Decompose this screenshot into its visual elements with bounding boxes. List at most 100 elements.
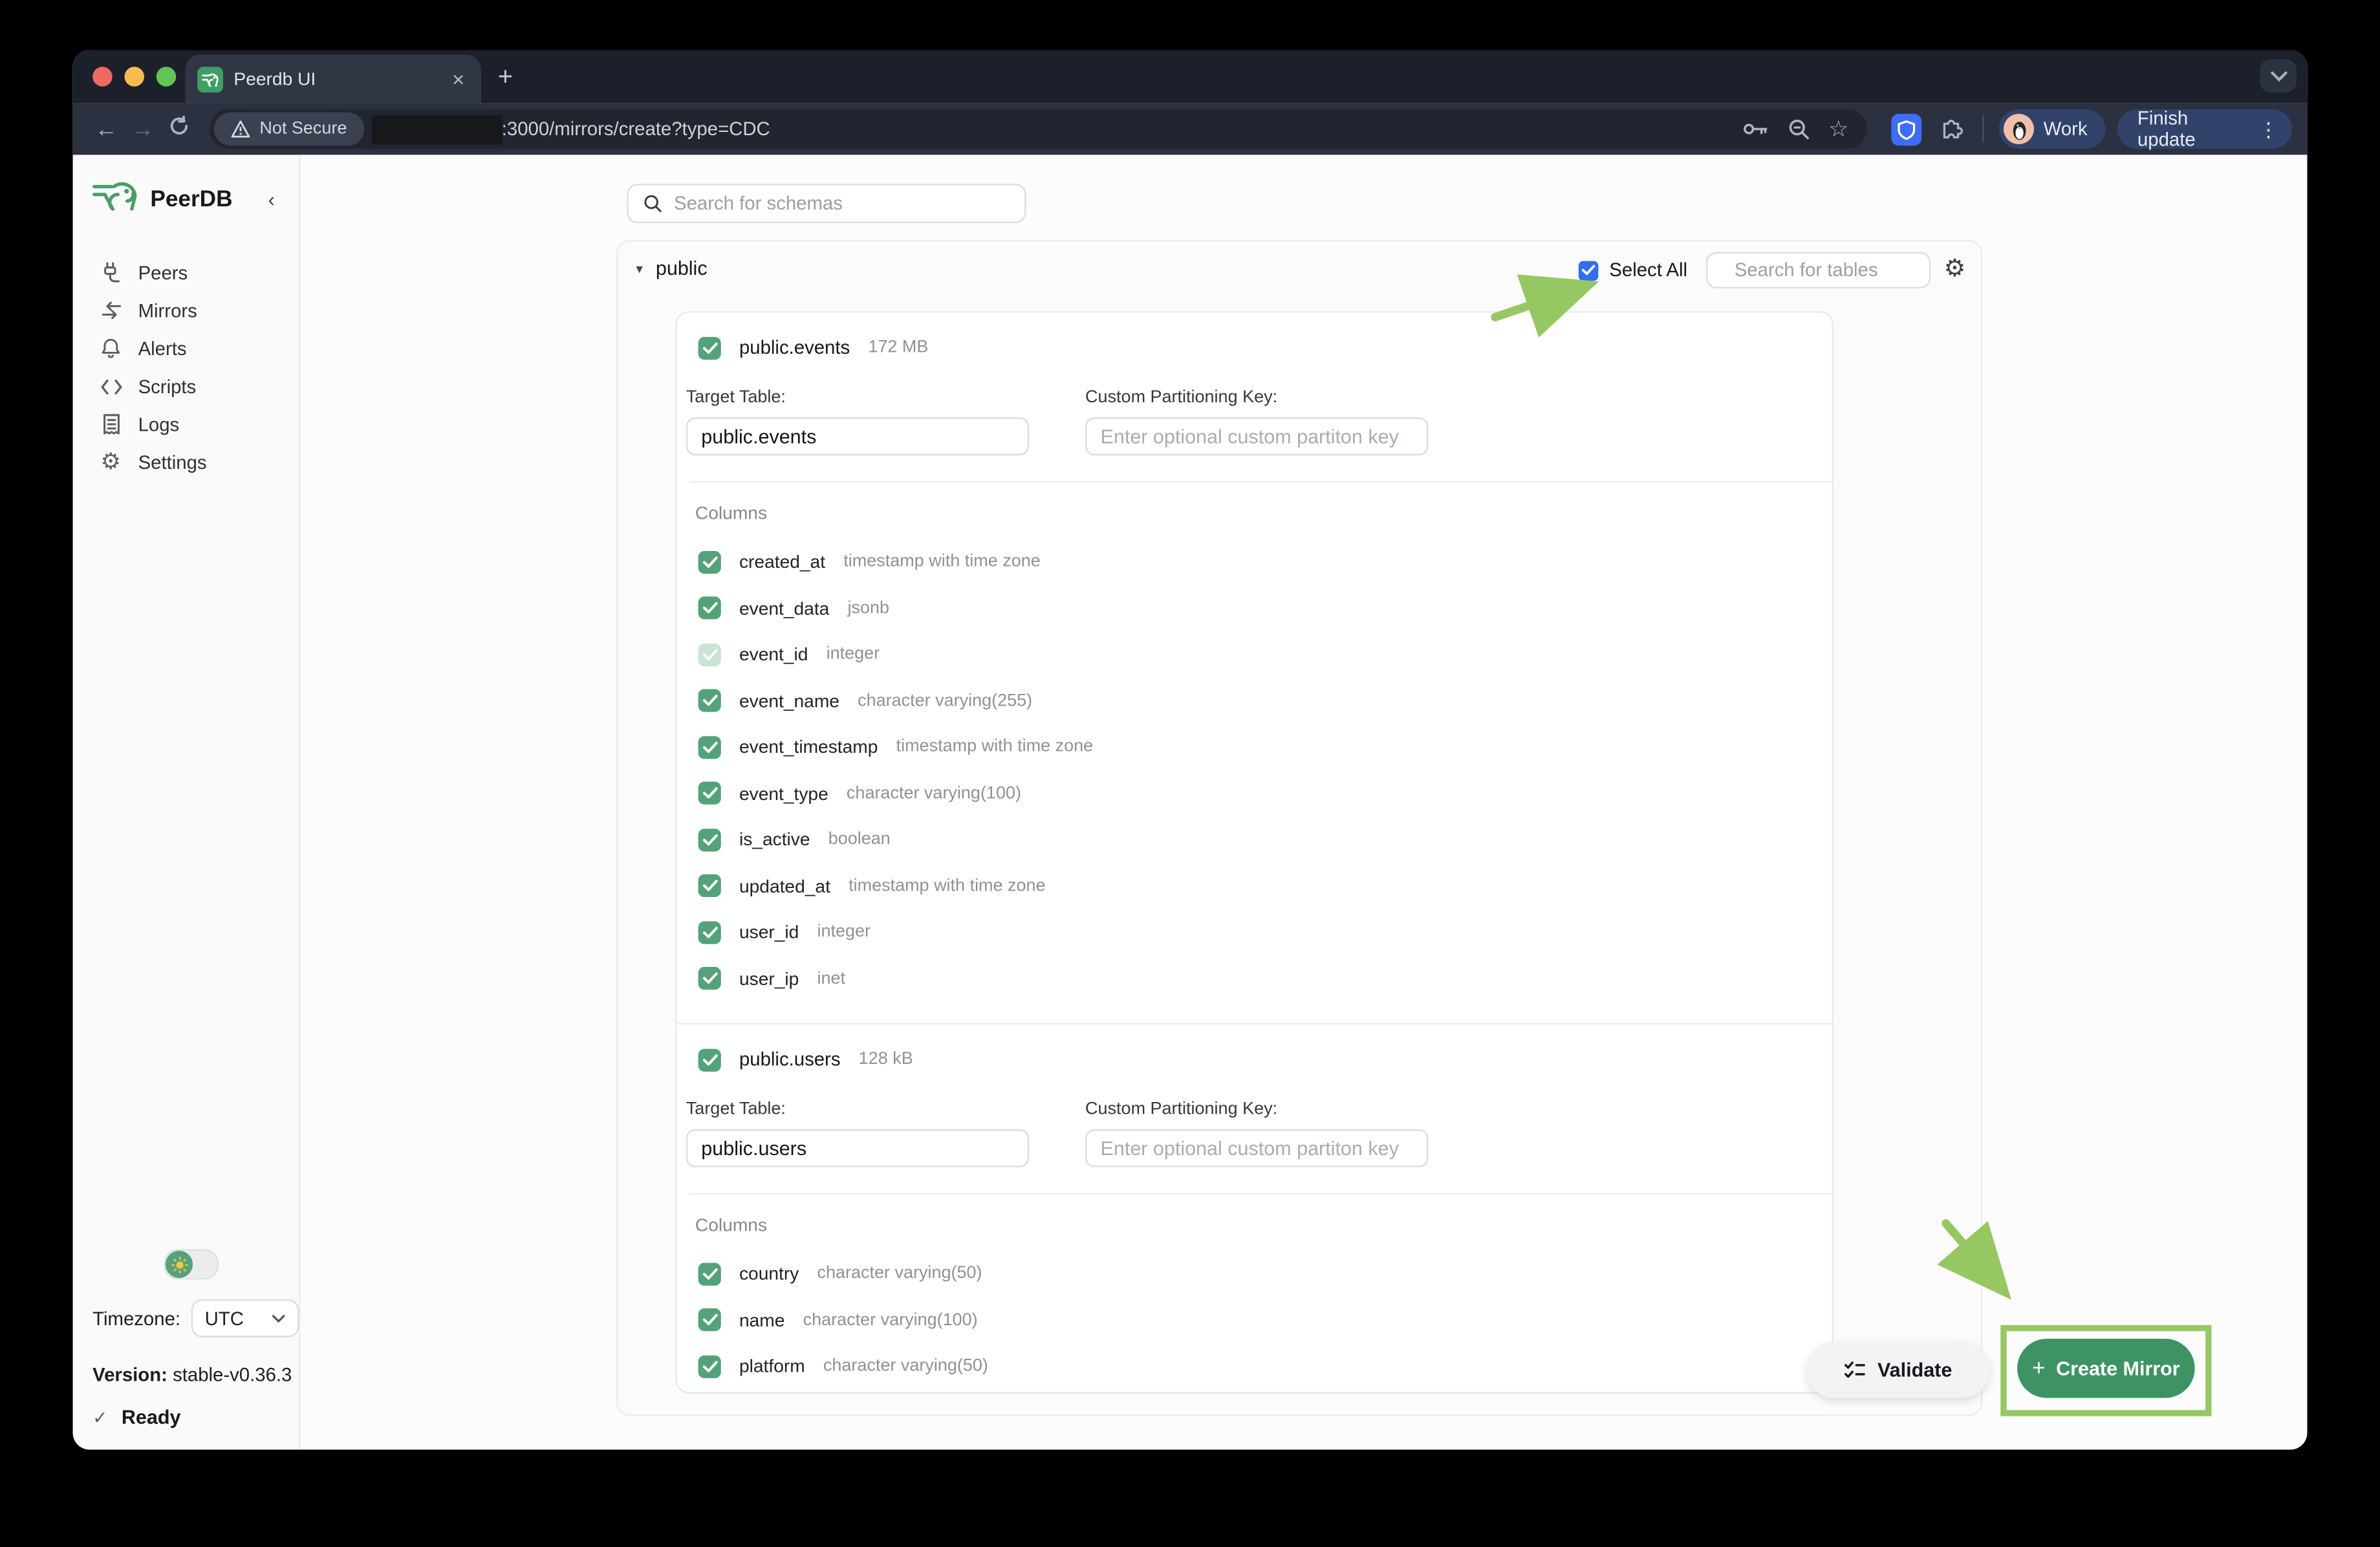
column-checkbox[interactable] <box>698 782 721 805</box>
column-name: country <box>739 1263 799 1284</box>
column-checkbox[interactable] <box>698 968 721 990</box>
table-name: public.users <box>739 1049 841 1070</box>
column-checkbox[interactable] <box>698 550 721 573</box>
create-mirror-button[interactable]: + Create Mirror <box>2017 1339 2195 1398</box>
column-checkbox[interactable] <box>698 736 721 759</box>
sidebar-item-peers[interactable]: Peers <box>73 254 299 292</box>
partition-key-input[interactable] <box>1085 417 1428 455</box>
plug-icon <box>99 261 124 284</box>
new-tab-button[interactable]: + <box>498 64 513 90</box>
validate-button[interactable]: Validate <box>1806 1342 1990 1398</box>
sidebar-item-label: Settings <box>138 451 207 473</box>
column-checkbox[interactable] <box>698 828 721 851</box>
target-table-label: Target Table: <box>686 389 1029 407</box>
bookmark-star-icon[interactable]: ☆ <box>1828 115 1849 142</box>
sidebar-item-scripts[interactable]: Scripts <box>73 367 299 406</box>
forward-button[interactable]: → <box>124 116 160 142</box>
timezone-select[interactable]: UTC <box>191 1299 299 1337</box>
sidebar-item-label: Mirrors <box>138 300 197 321</box>
sidebar-item-alerts[interactable]: Alerts <box>73 329 299 367</box>
extensions-puzzle-icon[interactable] <box>1940 117 1965 142</box>
column-row: platform character varying(50) <box>698 1343 1811 1390</box>
url-text: :3000/mirrors/create?type=CDC <box>502 118 1742 140</box>
zoom-out-icon[interactable] <box>1788 118 1809 140</box>
divider <box>689 1193 1832 1195</box>
sidebar-item-settings[interactable]: ⚙Settings <box>73 443 299 481</box>
window-close-button[interactable] <box>92 67 113 87</box>
sidebar-nav: Peers Mirrors AlertsScriptsLogs⚙Settings <box>73 254 299 481</box>
table-checkbox[interactable] <box>698 1048 721 1071</box>
address-bar[interactable]: Not Secure :3000/mirrors/create?type=CDC… <box>210 109 1867 149</box>
macos-traffic-lights <box>92 67 176 87</box>
partition-key-input[interactable] <box>1085 1129 1428 1167</box>
target-table-input[interactable] <box>686 417 1029 455</box>
browser-menu-kebab-icon[interactable]: ⋮ <box>2258 119 2278 139</box>
profile-button[interactable]: Work <box>2000 109 2106 149</box>
table-search-input[interactable] <box>1735 259 1979 281</box>
column-checkbox[interactable] <box>698 1355 721 1378</box>
status-ready: ✓ Ready <box>92 1405 299 1428</box>
column-row: event_type character varying(100) <box>698 770 1811 817</box>
sidebar-item-mirrors[interactable]: Mirrors <box>73 292 299 330</box>
table-header-row: public.events 172 MB <box>698 325 1811 370</box>
browser-tab-bar: Peerdb UI × + <box>73 50 2308 103</box>
column-name: user_id <box>739 922 799 943</box>
column-row: event_timestamp timestamp with time zone <box>698 724 1811 770</box>
profile-avatar <box>2004 114 2035 144</box>
tab-close-icon[interactable]: × <box>448 69 469 90</box>
column-type: timestamp with time zone <box>896 738 1094 756</box>
checklist-icon <box>1844 1360 1865 1380</box>
column-type: character varying(100) <box>847 784 1021 803</box>
sidebar-item-logs[interactable]: Logs <box>73 406 299 444</box>
theme-toggle[interactable] <box>164 1250 218 1280</box>
table-name: public.events <box>739 337 850 358</box>
peerdb-app: PeerDB ‹ Peers Mirrors AlertsScriptsLogs⚙S… <box>73 155 2308 1449</box>
browser-tab[interactable]: Peerdb UI × <box>185 54 481 103</box>
column-name: updated_at <box>739 876 830 897</box>
schema-search-input[interactable] <box>674 193 1010 214</box>
column-type: boolean <box>828 830 891 849</box>
column-checkbox[interactable] <box>698 874 721 897</box>
reload-button[interactable] <box>161 115 197 142</box>
select-all-checkbox[interactable] <box>1579 261 1599 281</box>
table-size: 128 kB <box>859 1050 913 1068</box>
table-search[interactable] <box>1705 252 1930 288</box>
profile-label: Work <box>2044 118 2088 140</box>
peerdb-logo-icon <box>91 176 140 223</box>
column-checkbox[interactable] <box>698 1309 721 1332</box>
back-button[interactable]: ← <box>88 116 124 142</box>
finish-update-label: Finish update <box>2137 108 2247 151</box>
schema-search[interactable] <box>627 184 1026 223</box>
tab-title: Peerdb UI <box>233 69 447 90</box>
tab-list-chevron-button[interactable] <box>2260 60 2297 93</box>
column-row: user_id integer <box>698 1390 1811 1394</box>
finish-update-button[interactable]: Finish update ⋮ <box>2117 109 2291 149</box>
bell-icon <box>99 337 124 360</box>
schema-card: ▾ public Select All ⚙ <box>616 240 1982 1416</box>
column-checkbox[interactable] <box>698 644 721 666</box>
toolbar-separator <box>1983 115 1984 142</box>
tables-panel: public.events 172 MB Target Table: Custo… <box>675 311 1834 1393</box>
target-table-label: Target Table: <box>686 1101 1029 1119</box>
url-redacted-host <box>371 114 502 144</box>
shield-extension-icon[interactable] <box>1891 113 1922 145</box>
logs-icon <box>99 413 124 435</box>
window-minimize-button[interactable] <box>124 67 144 87</box>
column-type: jsonb <box>848 599 890 617</box>
window-zoom-button[interactable] <box>157 67 177 87</box>
column-checkbox[interactable] <box>698 689 721 712</box>
schema-disclosure-triangle-icon[interactable]: ▾ <box>636 261 643 278</box>
brand: PeerDB ‹ <box>73 155 299 223</box>
column-checkbox[interactable] <box>698 921 721 944</box>
table-section: public.events 172 MB Target Table: Custo… <box>677 312 1832 1002</box>
table-checkbox[interactable] <box>698 336 721 359</box>
column-checkbox[interactable] <box>698 597 721 620</box>
sidebar-collapse-chevron[interactable]: ‹ <box>268 188 284 211</box>
column-checkbox[interactable] <box>698 1262 721 1285</box>
not-secure-badge[interactable]: Not Secure <box>214 113 363 146</box>
browser-window: Peerdb UI × + ← → Not Secure <box>73 50 2308 1449</box>
password-key-icon[interactable] <box>1742 120 1768 138</box>
schema-header-row[interactable]: ▾ public Select All ⚙ <box>618 241 1981 302</box>
target-table-input[interactable] <box>686 1129 1029 1167</box>
column-name: name <box>739 1310 784 1331</box>
